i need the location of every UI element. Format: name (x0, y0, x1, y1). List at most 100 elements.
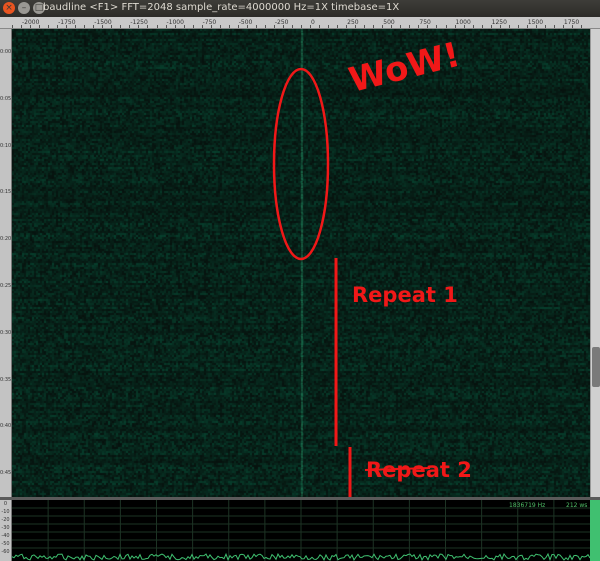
spectrum-plot[interactable] (12, 500, 590, 561)
time-label: 0:35 (0, 376, 12, 383)
ruler-tick (454, 25, 456, 28)
time-label: 0:20 (0, 236, 12, 243)
ruler-tick (237, 25, 239, 28)
time-readout: 212 ws (566, 502, 588, 509)
time-label: 0:15 (0, 189, 12, 196)
window-title: baudline <F1> FFT=2048 sample_rate=40000… (43, 2, 400, 13)
repeat2-label: Repeat 2 (366, 458, 472, 482)
ruler-tick (192, 25, 194, 28)
ruler-tick (246, 25, 248, 28)
ruler-label: -500 (238, 19, 253, 26)
ruler-tick (337, 25, 339, 28)
ruler-tick (499, 25, 501, 28)
ruler-tick (580, 25, 582, 28)
minimize-button[interactable]: – (18, 2, 30, 14)
ruler-tick (409, 25, 411, 28)
ruler-tick (39, 25, 41, 28)
ruler-tick (391, 25, 393, 28)
ruler-tick (102, 25, 104, 28)
waterfall-scrollbar[interactable] (590, 29, 600, 497)
ruler-tick (382, 25, 384, 28)
ruler-tick (111, 25, 113, 28)
ruler-tick (219, 25, 221, 28)
repeat1-label: Repeat 1 (352, 283, 458, 307)
ruler-tick (264, 25, 266, 28)
ruler-tick (373, 25, 375, 28)
ruler-tick (93, 25, 95, 28)
ruler-label: 500 (383, 19, 395, 26)
ruler-tick (12, 25, 13, 28)
ruler-tick (346, 25, 348, 28)
ruler-tick (84, 25, 86, 28)
ruler-tick (129, 25, 131, 28)
ruler-tick (517, 25, 519, 28)
title-bar: × – □ baudline <F1> FFT=2048 sample_rate… (0, 0, 600, 17)
ruler-tick (481, 25, 483, 28)
ruler-tick (120, 25, 122, 28)
ruler-tick (490, 25, 492, 28)
ruler-tick (138, 25, 140, 28)
ruler-tick (30, 25, 32, 28)
ruler-tick (183, 25, 185, 28)
ruler-tick (508, 25, 510, 28)
db-label: -60 (1, 549, 10, 555)
ruler-tick (319, 25, 321, 28)
time-label: 0:05 (0, 95, 12, 102)
db-label: -40 (1, 533, 10, 539)
ruler-tick (535, 25, 537, 28)
ruler-tick (463, 25, 465, 28)
ruler-tick (228, 25, 230, 28)
window-controls: × – □ (3, 2, 45, 14)
waterfall-display[interactable] (12, 29, 590, 497)
ruler-tick (147, 25, 149, 28)
ruler-tick (301, 25, 302, 28)
ruler-tick (445, 25, 447, 28)
ruler-tick (210, 25, 212, 28)
ruler-tick (400, 25, 402, 28)
db-label: 0 (3, 501, 8, 507)
time-label: 0:45 (0, 470, 12, 477)
frequency-readout: 1836719 Hz (509, 502, 546, 509)
time-label: 0:40 (0, 423, 12, 430)
ruler-tick (310, 25, 312, 28)
ruler-label: 250 (347, 19, 359, 26)
ruler-tick (21, 25, 23, 28)
ruler-tick (75, 25, 77, 28)
ruler-tick (562, 25, 564, 28)
ruler-tick (571, 25, 573, 28)
ruler-tick (174, 25, 176, 28)
ruler-tick (282, 25, 284, 28)
time-label: 0:10 (0, 142, 12, 149)
ruler-tick (48, 25, 50, 28)
ruler-label: 750 (419, 19, 431, 26)
db-label: -10 (1, 509, 10, 515)
ruler-tick (472, 25, 474, 28)
ruler-tick (255, 25, 257, 28)
ruler-tick (66, 25, 68, 28)
ruler-label: -250 (274, 19, 289, 26)
frequency-ruler[interactable]: -2000 -1750 -1500 -1250 -1000 -750 -500 -250 0 25… (0, 17, 600, 29)
spectrum-db-axis: 0 -10 -20 -30 -40 -50 -60 (0, 500, 12, 561)
db-label: -30 (1, 525, 10, 531)
close-button[interactable]: × (3, 2, 15, 14)
time-label: 0:00 (0, 49, 12, 55)
db-label: -20 (1, 517, 10, 523)
ruler-label: 0 (311, 19, 315, 26)
ruler-tick (57, 25, 59, 28)
ruler-tick (201, 25, 203, 28)
ruler-tick (526, 25, 528, 28)
ruler-tick (328, 25, 330, 28)
ruler-tick (355, 25, 357, 28)
time-label: 0:30 (0, 329, 12, 336)
ruler-tick (165, 25, 167, 28)
ruler-tick (553, 25, 555, 28)
ruler-tick (291, 25, 293, 28)
time-axis-sidebar: 0:00 0:05 0:10 0:15 0:20 0:25 0:30 0:35 0:40 0:45 (0, 29, 12, 497)
ruler-tick (364, 25, 366, 28)
ruler-tick (156, 25, 158, 28)
ruler-tick (273, 25, 275, 28)
ruler-tick (427, 25, 429, 28)
scrollbar-thumb[interactable] (592, 347, 600, 387)
ruler-tick (418, 25, 420, 28)
color-aperture[interactable] (590, 500, 600, 561)
